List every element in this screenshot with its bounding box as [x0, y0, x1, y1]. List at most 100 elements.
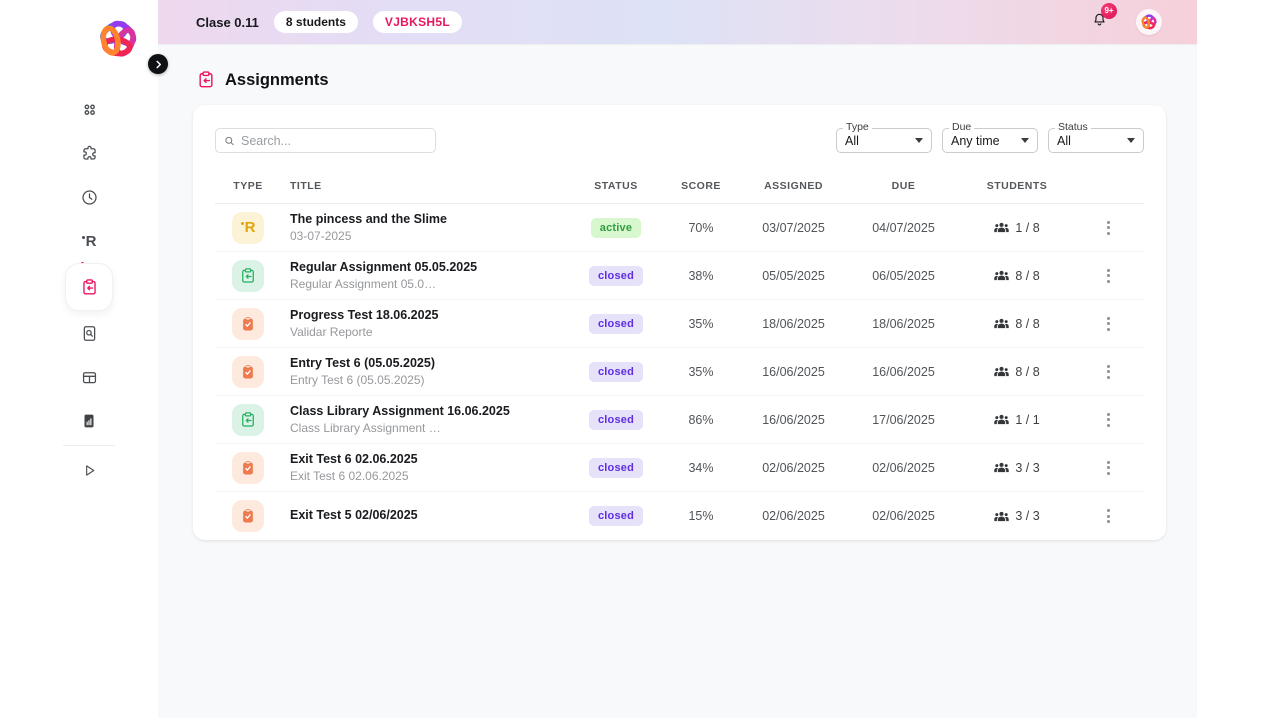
students-group-icon	[994, 462, 1009, 473]
status-cell: closed	[571, 506, 661, 526]
status-cell: active	[571, 217, 661, 238]
sidebar-item-play[interactable]	[65, 448, 113, 492]
due-date: 06/05/2025	[872, 268, 935, 283]
students-count: 8 / 8	[1015, 316, 1040, 331]
status-badge: active	[590, 217, 642, 238]
type-cell: R	[215, 307, 281, 340]
due-date: 18/06/2025	[872, 316, 935, 331]
students-group-icon	[994, 511, 1009, 522]
assigned-date: 18/06/2025	[762, 316, 825, 331]
due-date: 04/07/2025	[872, 220, 935, 235]
table-row[interactable]: R Regular Assignment 05.05.2025 Regular …	[215, 252, 1144, 300]
assigned-date: 16/06/2025	[762, 364, 825, 379]
sidebar-item-dashboard[interactable]	[65, 87, 113, 131]
assignment-title: Regular Assignment 05.05.2025	[290, 260, 478, 274]
class-code-badge[interactable]: VJBKSH5L	[372, 11, 462, 33]
assignment-title: Entry Test 6 (05.05.2025)	[290, 356, 435, 370]
kanban-icon	[82, 371, 96, 383]
type-filter-value: All	[845, 133, 859, 148]
chevron-down-icon	[1127, 138, 1135, 143]
sidebar-item-boards[interactable]	[65, 355, 113, 399]
students-count: 8 / 8	[1015, 268, 1040, 283]
sidebar-item-assignments[interactable]	[65, 263, 113, 311]
status-cell: closed	[571, 265, 661, 286]
assigned-date: 05/05/2025	[762, 268, 825, 283]
students-group-icon	[994, 222, 1009, 233]
students-group-icon	[994, 414, 1009, 425]
page-title: Assignments	[225, 70, 329, 89]
row-menu-button[interactable]	[1102, 360, 1115, 384]
avatar-logo-icon	[1139, 12, 1159, 32]
search-input[interactable]	[241, 133, 427, 148]
col-header-assigned: ASSIGNED	[764, 180, 823, 192]
type-filter-select[interactable]: Type All	[836, 121, 932, 153]
status-badge: closed	[588, 265, 644, 286]
user-avatar[interactable]	[1136, 9, 1162, 35]
status-badge: closed	[588, 409, 644, 430]
students-count-badge: 8 students	[273, 11, 358, 33]
score-value: 15%	[688, 509, 714, 523]
table-row[interactable]: R Exit Test 6 02.06.2025 Exit Test 6 02.…	[215, 444, 1144, 492]
row-menu-button[interactable]	[1102, 264, 1115, 288]
status-filter-select[interactable]: Status All	[1048, 121, 1144, 153]
score-value: 34%	[688, 460, 714, 475]
type-cell: R	[215, 211, 281, 244]
students-group-icon	[994, 318, 1009, 329]
search-box[interactable]	[215, 128, 436, 153]
score-value: 86%	[688, 412, 714, 427]
assignment-title: Class Library Assignment 16.06.2025	[290, 404, 510, 418]
sidebar-item-file-search[interactable]	[65, 311, 113, 355]
table-row[interactable]: R The pincess and the Slime 03-07-2025 a…	[215, 204, 1144, 252]
table-row[interactable]: R Entry Test 6 (05.05.2025) Entry Test 6…	[215, 348, 1144, 396]
title-cell: Class Library Assignment 16.06.2025 Clas…	[281, 404, 571, 435]
status-badge: closed	[588, 457, 644, 478]
sidebar-item-reports[interactable]	[65, 399, 113, 443]
due-filter-label: Due	[949, 121, 975, 133]
due-filter-select[interactable]: Due Any time	[942, 121, 1038, 153]
sidebar-item-extensions[interactable]	[65, 131, 113, 175]
col-header-title: TITLE	[290, 180, 322, 192]
assignment-title: Exit Test 5 02/06/2025	[290, 507, 418, 522]
chevron-down-icon	[1021, 138, 1029, 143]
row-menu-button[interactable]	[1102, 216, 1115, 240]
row-menu-button[interactable]	[1102, 456, 1115, 480]
status-filter-value: All	[1057, 133, 1071, 148]
file-search-icon	[83, 325, 95, 341]
table-row[interactable]: R Class Library Assignment 16.06.2025 Cl…	[215, 396, 1144, 444]
table-row[interactable]: R Progress Test 18.06.2025 Validar Repor…	[215, 300, 1144, 348]
row-menu-button[interactable]	[1102, 312, 1115, 336]
actions-cell	[1073, 216, 1144, 240]
score-value: 35%	[688, 316, 714, 331]
apps-grid-icon	[83, 103, 95, 115]
assigned-date: 16/06/2025	[762, 412, 825, 427]
play-icon	[85, 464, 94, 476]
topbar: Clase 0.11 8 students VJBKSH5L 9+	[158, 0, 1197, 44]
clock-icon	[81, 189, 97, 205]
chevron-down-icon	[915, 138, 923, 143]
row-menu-button[interactable]	[1102, 408, 1115, 432]
students-count: 1 / 1	[1015, 412, 1040, 427]
table-row[interactable]: R Exit Test 5 02/06/2025 closed 15% 02/0…	[215, 492, 1144, 540]
table-header: TYPE TITLE STATUS SCORE ASSIGNED DUE STU…	[215, 169, 1144, 204]
assigned-date: 03/07/2025	[762, 220, 825, 235]
due-date: 16/06/2025	[872, 364, 935, 379]
title-cell: The pincess and the Slime 03-07-2025	[281, 212, 571, 243]
sidebar-item-reader[interactable]: R	[65, 219, 113, 263]
app-logo-icon	[94, 15, 142, 63]
assigned-date: 02/06/2025	[762, 509, 825, 523]
notifications-button[interactable]: 9+	[1091, 2, 1117, 34]
assignment-subtitle: Exit Test 6 02.06.2025	[290, 469, 409, 483]
reader-type-icon: R	[232, 211, 264, 244]
test-type-icon	[232, 307, 264, 340]
status-cell: closed	[571, 361, 661, 382]
students-group-icon	[994, 366, 1009, 377]
sidebar-expand-button[interactable]	[148, 54, 168, 74]
sidebar-item-history[interactable]	[65, 175, 113, 219]
status-filter-label: Status	[1055, 121, 1091, 133]
sidebar-divider	[63, 445, 115, 446]
row-menu-button[interactable]	[1102, 504, 1115, 528]
students-cell: 1 / 1	[961, 413, 1073, 427]
test-type-icon	[232, 451, 264, 484]
students-count: 8 / 8	[1015, 364, 1040, 379]
notification-count-badge: 9+	[1101, 2, 1117, 19]
